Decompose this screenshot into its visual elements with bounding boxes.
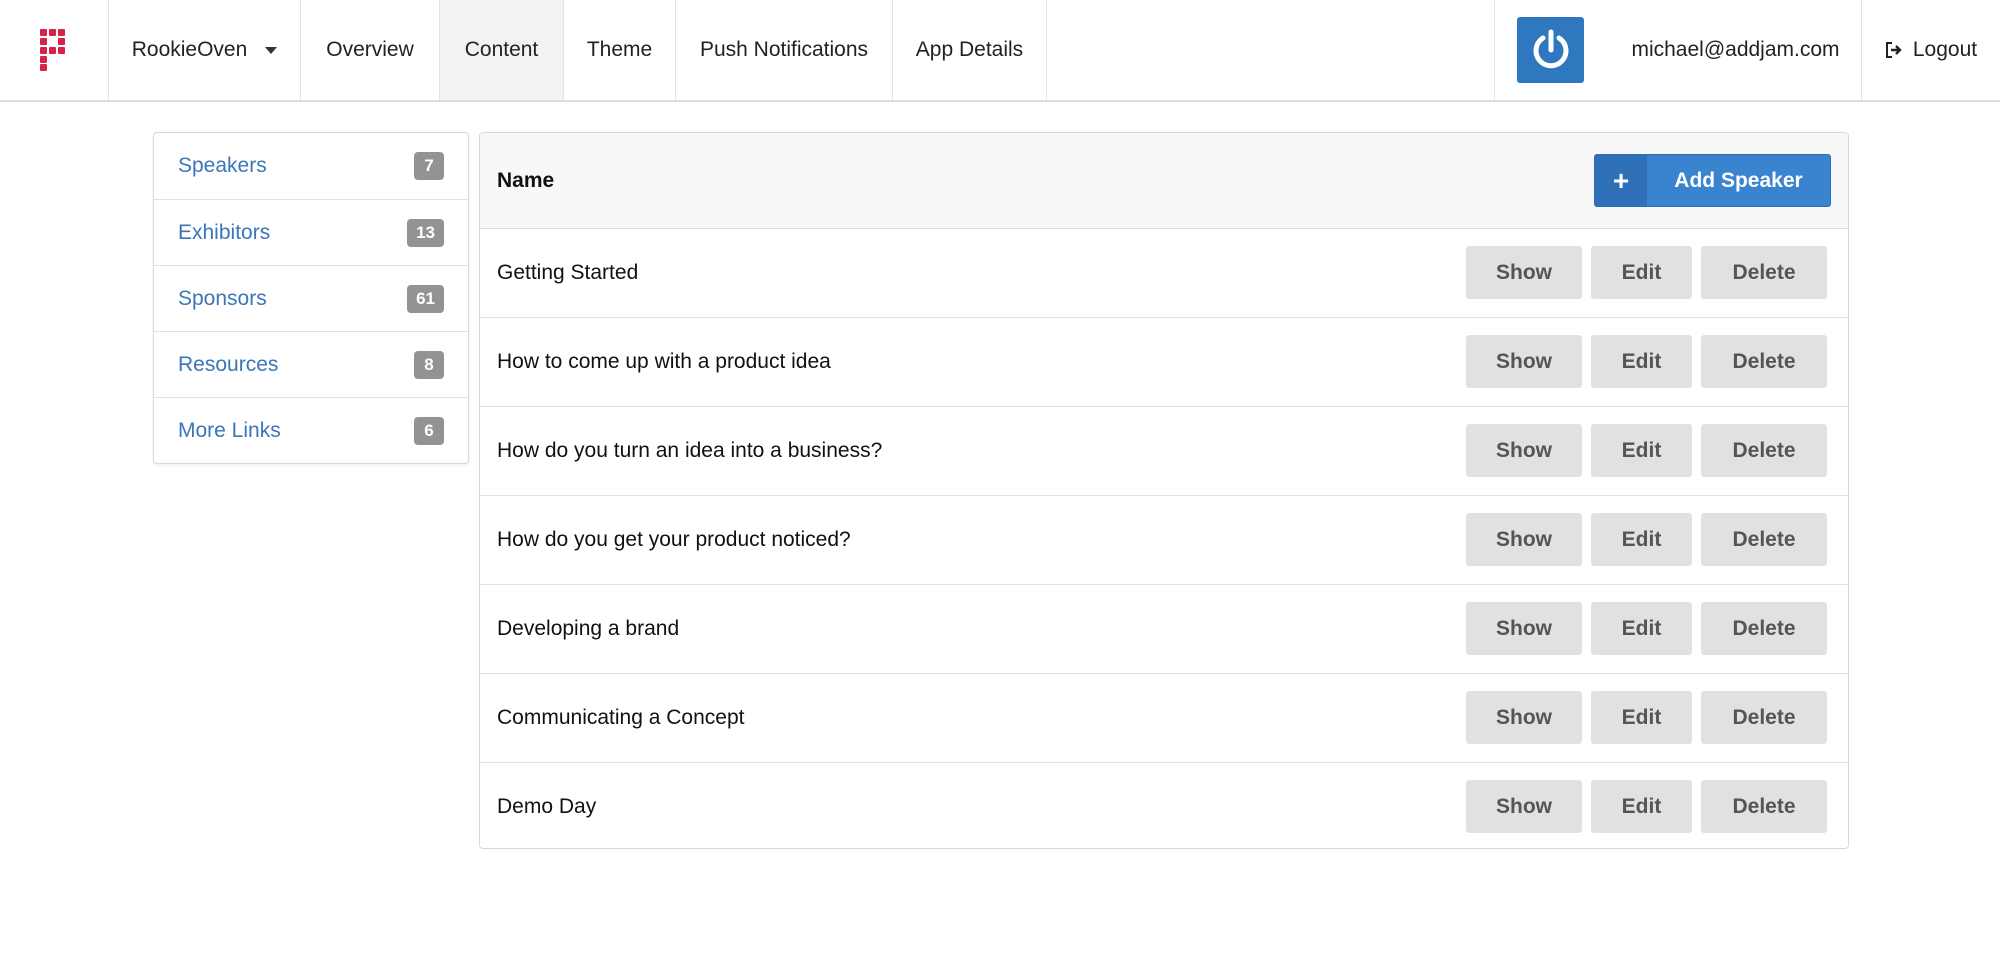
show-button[interactable]: Show xyxy=(1466,335,1582,388)
sidebar-item-label: Resources xyxy=(178,352,279,376)
app-selector-dropdown[interactable]: RookieOven xyxy=(109,0,301,100)
power-button[interactable] xyxy=(1517,17,1584,83)
nav-tab-push-notifications[interactable]: Push Notifications xyxy=(676,0,893,100)
show-button[interactable]: Show xyxy=(1466,780,1582,833)
row-name: Developing a brand xyxy=(497,617,680,640)
nav-tab-label: Theme xyxy=(586,38,653,61)
nav-tab-overview[interactable]: Overview xyxy=(301,0,440,100)
show-button[interactable]: Show xyxy=(1466,691,1582,744)
edit-button[interactable]: Edit xyxy=(1591,602,1692,655)
table-row: Communicating a Concept Show Edit Delete xyxy=(480,674,1848,763)
edit-button[interactable]: Edit xyxy=(1591,246,1692,299)
nav-tab-content[interactable]: Content xyxy=(440,0,564,100)
delete-button[interactable]: Delete xyxy=(1701,335,1827,388)
nav-tab-label: Content xyxy=(464,38,539,61)
sidebar-item-label: Sponsors xyxy=(178,286,267,310)
count-badge: 13 xyxy=(407,218,444,247)
delete-button[interactable]: Delete xyxy=(1701,513,1827,566)
speakers-table: Name + Add Speaker Getting Started Show … xyxy=(479,132,1849,849)
edit-button[interactable]: Edit xyxy=(1591,691,1692,744)
sidebar-item-label: Speakers xyxy=(178,154,267,177)
add-speaker-label: Add Speaker xyxy=(1674,168,1803,192)
count-badge: 6 xyxy=(414,416,444,445)
row-name: Demo Day xyxy=(497,795,597,818)
sidebar-item-resources[interactable]: Resources 8 xyxy=(154,331,468,397)
row-name: How do you get your product noticed? xyxy=(497,528,851,551)
user-email: michael@addjam.com xyxy=(1610,0,1862,100)
logout-label: Logout xyxy=(1912,38,1978,61)
sidebar-item-label: Exhibitors xyxy=(178,220,271,244)
plus-icon: + xyxy=(1595,155,1647,206)
edit-button[interactable]: Edit xyxy=(1591,780,1692,833)
power-icon xyxy=(1533,29,1568,69)
table-row: How do you get your product noticed? Sho… xyxy=(480,496,1848,585)
nav-tab-label: App Details xyxy=(915,38,1024,61)
row-name: How to come up with a product idea xyxy=(497,350,831,373)
add-speaker-button[interactable]: + Add Speaker xyxy=(1594,154,1831,207)
nav-tab-label: Overview xyxy=(326,38,414,61)
row-name: Getting Started xyxy=(497,261,639,284)
show-button[interactable]: Show xyxy=(1466,246,1582,299)
table-row: How do you turn an idea into a business?… xyxy=(480,407,1848,496)
delete-button[interactable]: Delete xyxy=(1701,780,1827,833)
delete-button[interactable]: Delete xyxy=(1701,691,1827,744)
caret-down-icon xyxy=(265,46,278,54)
row-name: Communicating a Concept xyxy=(497,706,745,729)
edit-button[interactable]: Edit xyxy=(1591,335,1692,388)
logout-icon xyxy=(1885,42,1902,58)
table-header: Name + Add Speaker xyxy=(480,133,1848,229)
show-button[interactable]: Show xyxy=(1466,424,1582,477)
table-row: Developing a brand Show Edit Delete xyxy=(480,585,1848,674)
sidebar-item-exhibitors[interactable]: Exhibitors 13 xyxy=(154,199,468,265)
edit-button[interactable]: Edit xyxy=(1591,424,1692,477)
show-button[interactable]: Show xyxy=(1466,602,1582,655)
nav-tab-app-details[interactable]: App Details xyxy=(893,0,1047,100)
top-navbar: RookieOven Overview Content Theme Push N… xyxy=(0,0,2000,102)
content-type-sidebar: Speakers 7 Exhibitors 13 Sponsors 61 Res… xyxy=(153,132,469,464)
edit-button[interactable]: Edit xyxy=(1591,513,1692,566)
count-badge: 7 xyxy=(414,152,444,180)
count-badge: 61 xyxy=(407,284,444,313)
column-header-name: Name xyxy=(497,169,555,192)
nav-tab-label: Push Notifications xyxy=(699,38,869,61)
nav-divider xyxy=(1494,0,1495,100)
nav-tab-theme[interactable]: Theme xyxy=(564,0,676,100)
sidebar-item-more-links[interactable]: More Links 6 xyxy=(154,397,468,463)
sidebar-item-speakers[interactable]: Speakers 7 xyxy=(154,133,468,199)
delete-button[interactable]: Delete xyxy=(1701,602,1827,655)
table-row: How to come up with a product idea Show … xyxy=(480,318,1848,407)
delete-button[interactable]: Delete xyxy=(1701,246,1827,299)
table-row: Demo Day Show Edit Delete xyxy=(480,763,1848,848)
logout-button[interactable]: Logout xyxy=(1862,0,2000,100)
delete-button[interactable]: Delete xyxy=(1701,424,1827,477)
sidebar-item-label: More Links xyxy=(178,418,281,442)
count-badge: 8 xyxy=(414,350,444,379)
row-name: How do you turn an idea into a business? xyxy=(497,439,883,462)
brand-logo[interactable] xyxy=(0,0,109,100)
show-button[interactable]: Show xyxy=(1466,513,1582,566)
app-selector-label: RookieOven xyxy=(131,38,248,61)
table-row: Getting Started Show Edit Delete xyxy=(480,229,1848,318)
brand-logo-icon xyxy=(40,29,65,71)
sidebar-item-sponsors[interactable]: Sponsors 61 xyxy=(154,265,468,331)
